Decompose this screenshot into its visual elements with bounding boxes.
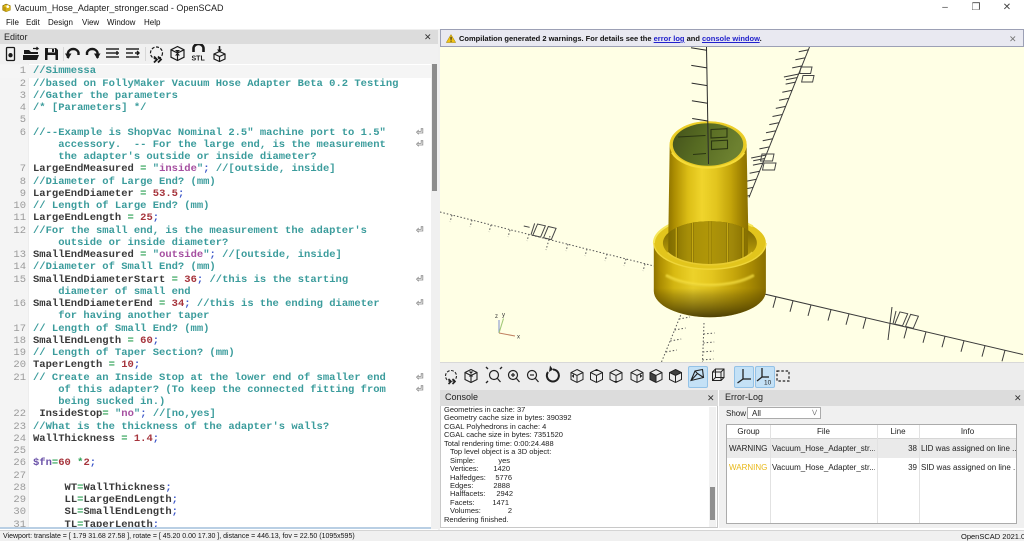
svg-text:x: x bbox=[517, 335, 520, 341]
svg-text:STL: STL bbox=[192, 56, 206, 63]
svg-text:y: y bbox=[502, 313, 505, 319]
svg-text:10: 10 bbox=[764, 380, 772, 387]
svg-text:z: z bbox=[495, 314, 498, 320]
